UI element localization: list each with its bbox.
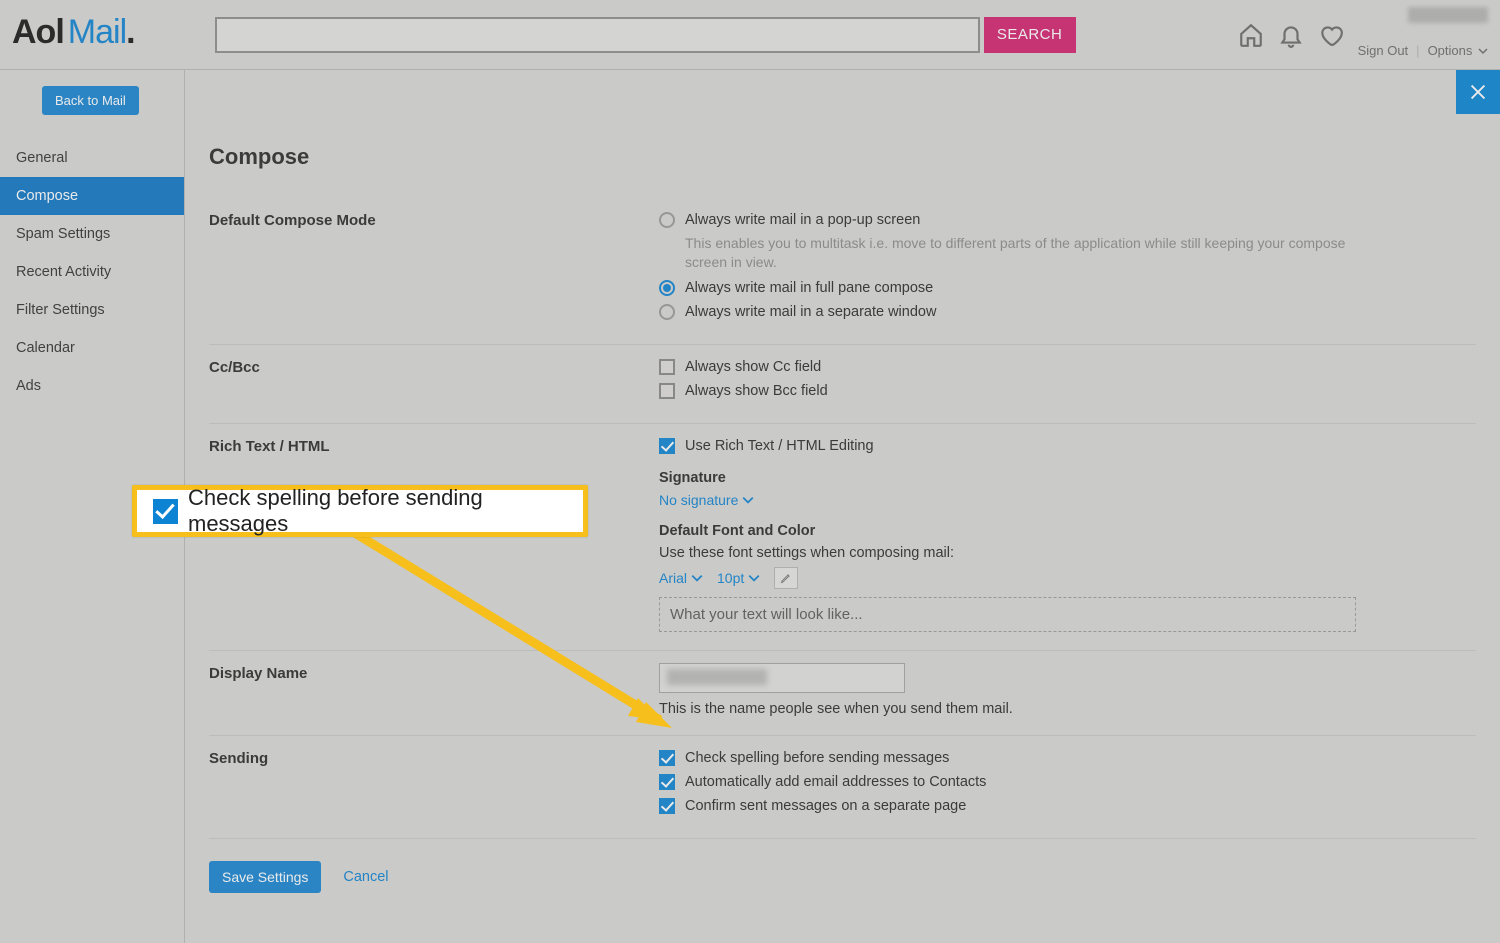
sidebar-item-spam[interactable]: Spam Settings (0, 215, 184, 253)
checkbox-confirm-sent-label: Confirm sent messages on a separate page (685, 796, 966, 816)
label-compose-mode: Default Compose Mode (209, 210, 659, 326)
radio-fullpane-label: Always write mail in full pane compose (685, 278, 933, 298)
home-icon[interactable] (1238, 22, 1264, 48)
section-ccbcc: Cc/Bcc Always show Cc field Always show … (209, 345, 1476, 424)
font-help: Use these font settings when composing m… (659, 545, 1359, 561)
heading-font: Default Font and Color (659, 523, 1359, 539)
sidebar-item-filter[interactable]: Filter Settings (0, 291, 184, 329)
section-display-name: Display Name This is the name people see… (209, 651, 1476, 736)
radio-fullpane[interactable] (659, 280, 675, 296)
search-wrap: SEARCH (215, 17, 1076, 53)
checkbox-richtext-label: Use Rich Text / HTML Editing (685, 436, 874, 456)
checkbox-auto-contacts[interactable] (659, 774, 675, 790)
radio-newwindow-label: Always write mail in a separate window (685, 302, 936, 322)
label-display-name: Display Name (209, 663, 659, 717)
callout-checkbox (153, 499, 178, 524)
logo-dot: . (126, 13, 134, 52)
logo-mail: Mail (68, 13, 126, 52)
sidebar-item-recent[interactable]: Recent Activity (0, 253, 184, 291)
username-redacted (1408, 7, 1488, 23)
font-color-button[interactable] (774, 567, 798, 589)
radio-popup[interactable] (659, 212, 675, 228)
checkbox-spellcheck[interactable] (659, 750, 675, 766)
signature-dropdown[interactable]: No signature (659, 492, 754, 508)
chevron-down-icon (748, 572, 760, 584)
display-name-redacted (667, 669, 767, 685)
sidebar-item-compose[interactable]: Compose (0, 177, 184, 215)
page-title: Compose (209, 144, 1476, 170)
top-icons (1238, 22, 1344, 48)
font-family-dropdown[interactable]: Arial (659, 570, 703, 586)
font-size-dropdown[interactable]: 10pt (717, 570, 760, 586)
checkbox-confirm-sent[interactable] (659, 798, 675, 814)
section-compose-mode: Default Compose Mode Always write mail i… (209, 198, 1476, 345)
checkbox-cc-label: Always show Cc field (685, 357, 821, 377)
pencil-icon (780, 572, 792, 584)
label-ccbcc: Cc/Bcc (209, 357, 659, 405)
checkbox-auto-contacts-label: Automatically add email addresses to Con… (685, 772, 986, 792)
help-popup: This enables you to multitask i.e. move … (685, 234, 1359, 272)
callout-label: Check spelling before sending messages (188, 485, 583, 537)
search-button[interactable]: SEARCH (984, 17, 1076, 53)
top-bar: Aol Mail . SEARCH Sign Out | Options (0, 0, 1500, 70)
font-preview: What your text will look like... (659, 597, 1356, 632)
heart-icon[interactable] (1318, 22, 1344, 48)
section-sending: Sending Check spelling before sending me… (209, 736, 1476, 839)
topbar-right: Sign Out | Options (1238, 0, 1488, 70)
search-input[interactable] (215, 17, 980, 53)
options-menu[interactable]: Options (1428, 43, 1488, 58)
sidebar-item-ads[interactable]: Ads (0, 367, 184, 405)
logo-aol: Aol (12, 13, 64, 52)
sidebar-item-calendar[interactable]: Calendar (0, 329, 184, 367)
checkbox-bcc[interactable] (659, 383, 675, 399)
section-richtext: Rich Text / HTML Use Rich Text / HTML Ed… (209, 424, 1476, 651)
checkbox-richtext[interactable] (659, 438, 675, 454)
display-name-help: This is the name people see when you sen… (659, 701, 1359, 717)
cancel-link[interactable]: Cancel (343, 869, 388, 885)
bell-icon[interactable] (1278, 22, 1304, 48)
logo[interactable]: Aol Mail . (12, 13, 175, 56)
checkbox-bcc-label: Always show Bcc field (685, 381, 828, 401)
save-button[interactable]: Save Settings (209, 861, 321, 893)
close-icon (1467, 81, 1489, 103)
sidebar-nav: General Compose Spam Settings Recent Act… (0, 139, 184, 405)
close-button[interactable] (1456, 70, 1500, 114)
checkbox-spellcheck-label: Check spelling before sending messages (685, 748, 949, 768)
radio-newwindow[interactable] (659, 304, 675, 320)
back-to-mail-button[interactable]: Back to Mail (42, 86, 139, 115)
radio-popup-label: Always write mail in a pop-up screen (685, 210, 920, 230)
heading-signature: Signature (659, 470, 1359, 486)
sign-out-link[interactable]: Sign Out (1358, 43, 1409, 58)
chevron-down-icon (1478, 46, 1488, 56)
footer-actions: Save Settings Cancel (209, 861, 1476, 893)
chevron-down-icon (691, 572, 703, 584)
user-block: Sign Out | Options (1358, 7, 1488, 58)
chevron-down-icon (742, 494, 754, 506)
sidebar-item-general[interactable]: General (0, 139, 184, 177)
callout-highlight: Check spelling before sending messages (132, 485, 588, 537)
checkbox-cc[interactable] (659, 359, 675, 375)
label-sending: Sending (209, 748, 659, 820)
